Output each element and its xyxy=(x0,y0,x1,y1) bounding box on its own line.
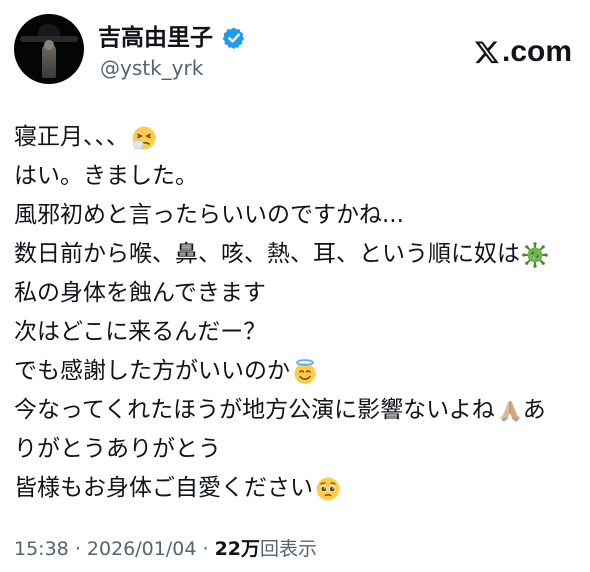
tweet-line: 今なってくれたほうが地方公演に影響ないよね あ xyxy=(14,391,584,430)
pleading-face-icon xyxy=(316,477,340,500)
x-com-label[interactable]: .com xyxy=(474,34,572,70)
folded-hands-icon xyxy=(499,400,520,422)
tweet-time[interactable]: 15:38 xyxy=(14,538,69,560)
tweet-line: はい。きました。 xyxy=(14,157,584,196)
tweet-line: でも感謝した方がいいのか xyxy=(14,352,584,391)
tweet-line: りがとうありがとう xyxy=(14,430,584,469)
smiling-face-with-halo-icon xyxy=(294,358,316,384)
tweet-text: 寝正月、、、 はい。きました。 風邪初めと言ったらいいのですかね... 数日前か… xyxy=(14,118,584,508)
tweet-line-text: 数日前から喉、鼻、咳、熱、耳、という順に奴は xyxy=(14,241,520,267)
avatar[interactable] xyxy=(14,14,84,84)
tweet-line-text: はい。きました。 xyxy=(14,163,198,189)
avatar-face xyxy=(44,40,54,50)
site-label: .com xyxy=(502,35,573,68)
tweet-line-text: 私の身体を蝕んできます xyxy=(14,280,266,306)
tweet-line-text: 次はどこに来るんだー？ xyxy=(14,319,267,345)
tweet-line: 皆様もお身体ご自愛ください xyxy=(14,469,584,508)
tweet-date[interactable]: 2026/01/04 xyxy=(87,538,197,560)
tweet-line-text: 皆様もお身体ご自愛ください xyxy=(14,475,313,501)
sneezing-face-icon xyxy=(132,126,156,149)
tweet-meta: 15:38 · 2026/01/04 · 22万回表示 xyxy=(14,536,317,562)
views-count[interactable]: 22万 xyxy=(215,538,260,560)
microbe-icon xyxy=(522,241,548,268)
tweet-line-text: 風邪初めと言ったらいいのですかね... xyxy=(14,202,404,228)
tweet-line: 私の身体を蝕んできます xyxy=(14,274,584,313)
views-label: 回表示 xyxy=(260,538,318,560)
x-logo-icon xyxy=(474,41,499,64)
tweet-line-text: でも感謝した方がいいのか xyxy=(14,358,290,384)
tweet-line: 数日前から喉、鼻、咳、熱、耳、という順に奴は xyxy=(14,235,584,274)
tweet-line: 次はどこに来るんだー？ xyxy=(14,313,584,352)
display-name[interactable]: 吉高由里子 xyxy=(98,24,213,52)
tweet-line-text: りがとうありがとう xyxy=(14,436,221,462)
meta-separator: · xyxy=(74,538,81,560)
verified-icon xyxy=(222,27,245,50)
tweet-line-text: 今なってくれたほうが地方公演に影響ないよね xyxy=(14,397,495,423)
meta-separator: · xyxy=(202,538,209,560)
user-handle[interactable]: @ystk_yrk xyxy=(100,56,203,80)
tweet-header: 吉高由里子 @ystk_yrk .com xyxy=(14,14,576,86)
tweet-line-text-continued: あ xyxy=(522,397,546,423)
tweet-line: 風邪初めと言ったらいいのですかね... xyxy=(14,196,584,235)
tweet-line-text: 寝正月、、、 xyxy=(14,124,129,150)
tweet-line: 寝正月、、、 xyxy=(14,118,584,157)
